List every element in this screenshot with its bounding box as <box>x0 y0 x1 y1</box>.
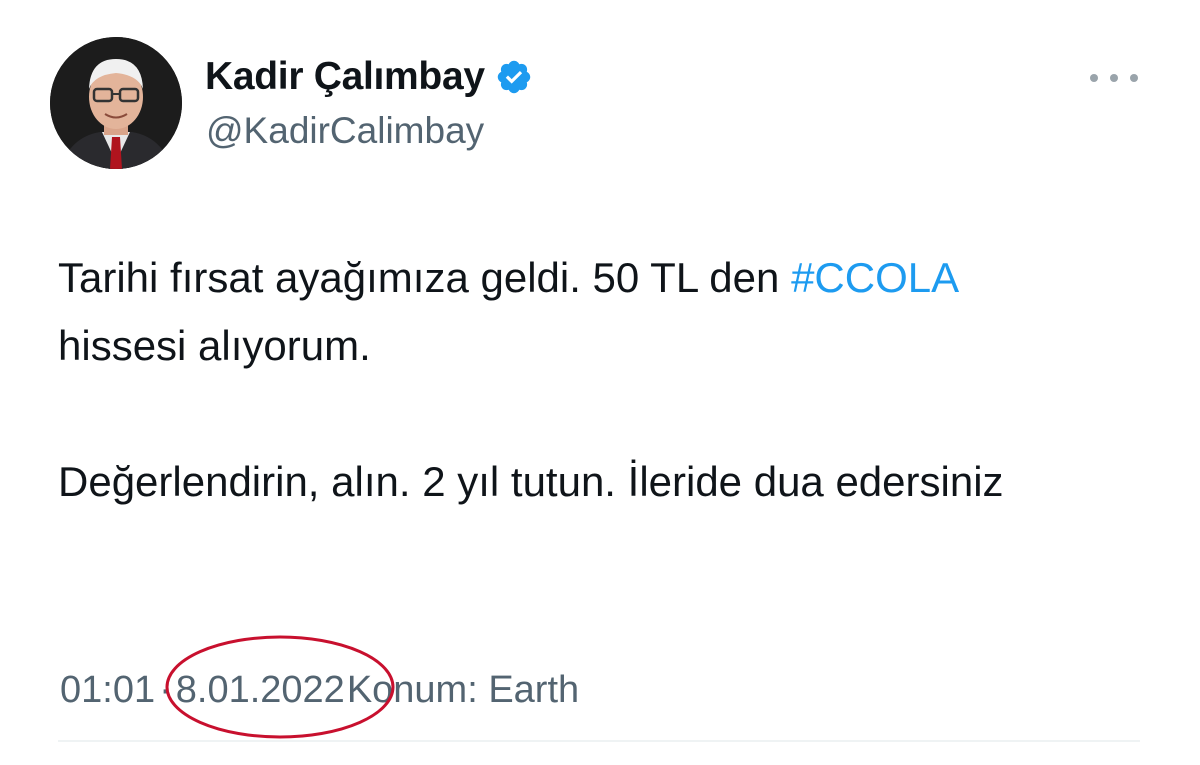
more-dot <box>1130 74 1138 82</box>
tweet-location: Konum: Earth <box>346 668 580 711</box>
author-handle[interactable]: @KadirCalimbay <box>206 110 484 152</box>
verified-badge-icon <box>495 58 533 96</box>
avatar-image <box>50 37 182 169</box>
author-name[interactable]: Kadir Çalımbay <box>205 55 485 99</box>
tweet-time[interactable]: 01:01 <box>60 669 155 712</box>
divider <box>58 740 1140 742</box>
author-name-row: Kadir Çalımbay <box>205 52 533 102</box>
tweet-card: Kadir Çalımbay @KadirCalimbay Tarihi fır… <box>0 0 1200 765</box>
avatar[interactable] <box>50 37 182 169</box>
tweet-paragraph-2: Değerlendirin, alın. 2 yıl tutun. İlerid… <box>58 458 1004 505</box>
hashtag-link[interactable]: #CCOLA <box>791 254 959 301</box>
more-dot <box>1090 74 1098 82</box>
more-options-icon[interactable] <box>1090 68 1138 88</box>
tweet-text-line2: hissesi alıyorum. <box>58 322 371 369</box>
more-dot <box>1110 74 1118 82</box>
tweet-meta: 01:01 · 8.01.2022 Konum: Earth <box>60 662 579 718</box>
tweet-paragraph-1: Tarihi fırsat ayağımıza geldi. 50 TL den… <box>58 244 1158 380</box>
tweet-text: Tarihi fırsat ayağımıza geldi. 50 TL den… <box>58 244 1158 516</box>
tweet-text-line1: Tarihi fırsat ayağımıza geldi. 50 TL den <box>58 254 792 301</box>
tweet-date[interactable]: 8.01.2022 <box>176 669 345 712</box>
meta-separator: · <box>159 668 172 711</box>
